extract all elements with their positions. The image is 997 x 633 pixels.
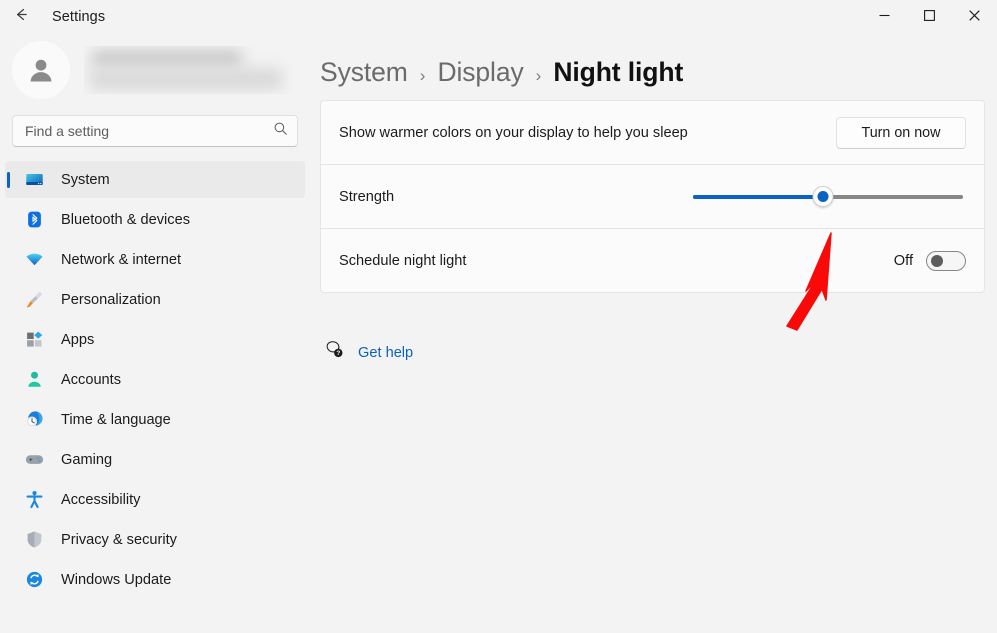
strength-label: Strength <box>339 189 394 205</box>
sidebar-item-bluetooth-devices[interactable]: Bluetooth & devices <box>5 201 305 238</box>
sidebar-item-gaming[interactable]: Gaming <box>5 441 305 478</box>
sidebar-item-label: Personalization <box>61 292 161 308</box>
selection-indicator <box>7 172 10 188</box>
close-icon <box>969 8 980 26</box>
minimize-icon <box>879 8 890 26</box>
window-controls <box>862 0 997 33</box>
sidebar-item-system[interactable]: System <box>5 161 305 198</box>
sidebar-item-label: Accessibility <box>61 492 140 508</box>
maximize-icon <box>924 8 935 26</box>
person-avatar-icon <box>25 54 57 86</box>
sidebar-item-accounts[interactable]: Accounts <box>5 361 305 398</box>
search-input[interactable] <box>25 123 273 139</box>
breadcrumb-separator: › <box>420 66 426 86</box>
schedule-row: Schedule night light Off <box>321 229 984 292</box>
slider-fill <box>693 195 823 199</box>
sidebar-item-label: Bluetooth & devices <box>61 212 190 228</box>
sidebar-item-label: Accounts <box>61 372 121 388</box>
bluetooth-icon <box>24 210 44 230</box>
schedule-toggle-state: Off <box>894 253 913 269</box>
sidebar-item-label: Time & language <box>61 412 171 428</box>
search-icon <box>273 121 288 141</box>
settings-cards: Show warmer colors on your display to he… <box>320 100 985 293</box>
apps-grid-icon <box>24 330 44 350</box>
sidebar-item-label: Windows Update <box>61 572 171 588</box>
schedule-label: Schedule night light <box>339 253 466 269</box>
turn-on-row: Show warmer colors on your display to he… <box>321 101 984 164</box>
wifi-icon <box>24 250 44 270</box>
sidebar-nav: System Bluetooth & devices <box>0 161 310 598</box>
paintbrush-icon <box>24 290 44 310</box>
sidebar-item-windows-update[interactable]: Windows Update <box>5 561 305 598</box>
person-icon <box>24 370 44 390</box>
help-question-bubble-icon: ? <box>326 341 345 365</box>
monitor-icon <box>24 170 44 190</box>
toggle-knob <box>931 255 943 267</box>
search-box[interactable] <box>12 115 298 147</box>
clock-globe-icon <box>24 410 44 430</box>
close-button[interactable] <box>952 0 997 33</box>
strength-slider-thumb[interactable] <box>812 186 833 207</box>
schedule-card: Schedule night light Off <box>320 228 985 293</box>
strength-slider[interactable] <box>693 181 963 213</box>
strength-card: Strength <box>320 164 985 228</box>
sidebar-item-label: Network & internet <box>61 252 181 268</box>
minimize-button[interactable] <box>862 0 907 33</box>
back-button[interactable] <box>4 2 38 32</box>
sidebar-item-network-internet[interactable]: Network & internet <box>5 241 305 278</box>
user-profile[interactable] <box>0 33 310 107</box>
sidebar-item-time-language[interactable]: Time & language <box>5 401 305 438</box>
sidebar-item-label: System <box>61 172 110 188</box>
schedule-night-light-toggle[interactable] <box>926 251 966 271</box>
sidebar-item-accessibility[interactable]: Accessibility <box>5 481 305 518</box>
shield-icon <box>24 530 44 550</box>
sidebar-item-privacy-security[interactable]: Privacy & security <box>5 521 305 558</box>
get-help-link[interactable]: ? Get help <box>320 337 419 369</box>
turn-on-now-button[interactable]: Turn on now <box>836 117 966 149</box>
settings-window: Settings <box>0 0 997 633</box>
strength-row: Strength <box>321 165 984 228</box>
title-bar: Settings <box>0 0 997 33</box>
accessibility-icon <box>24 490 44 510</box>
breadcrumb-separator: › <box>536 66 542 86</box>
turn-on-card: Show warmer colors on your display to he… <box>320 100 985 164</box>
gamepad-icon <box>24 450 44 470</box>
maximize-button[interactable] <box>907 0 952 33</box>
back-arrow-icon <box>13 6 30 28</box>
avatar <box>12 41 70 99</box>
breadcrumb-item-system[interactable]: System <box>320 57 408 88</box>
breadcrumb: System › Display › Night light <box>310 33 997 91</box>
page-title: Night light <box>553 57 683 88</box>
svg-text:?: ? <box>336 350 340 357</box>
sidebar-item-label: Apps <box>61 332 94 348</box>
sidebar-item-personalization[interactable]: Personalization <box>5 281 305 318</box>
sidebar-item-label: Privacy & security <box>61 532 177 548</box>
app-title: Settings <box>52 9 105 25</box>
schedule-toggle-area: Off <box>894 251 966 271</box>
update-refresh-icon <box>24 570 44 590</box>
main-content: System › Display › Night light Show warm… <box>310 33 997 633</box>
user-name-redacted <box>84 46 292 94</box>
breadcrumb-item-display[interactable]: Display <box>437 57 523 88</box>
sidebar-item-apps[interactable]: Apps <box>5 321 305 358</box>
get-help-label: Get help <box>358 345 413 361</box>
sidebar: System Bluetooth & devices <box>0 33 310 633</box>
sidebar-item-label: Gaming <box>61 452 112 468</box>
turn-on-label: Show warmer colors on your display to he… <box>339 125 688 141</box>
